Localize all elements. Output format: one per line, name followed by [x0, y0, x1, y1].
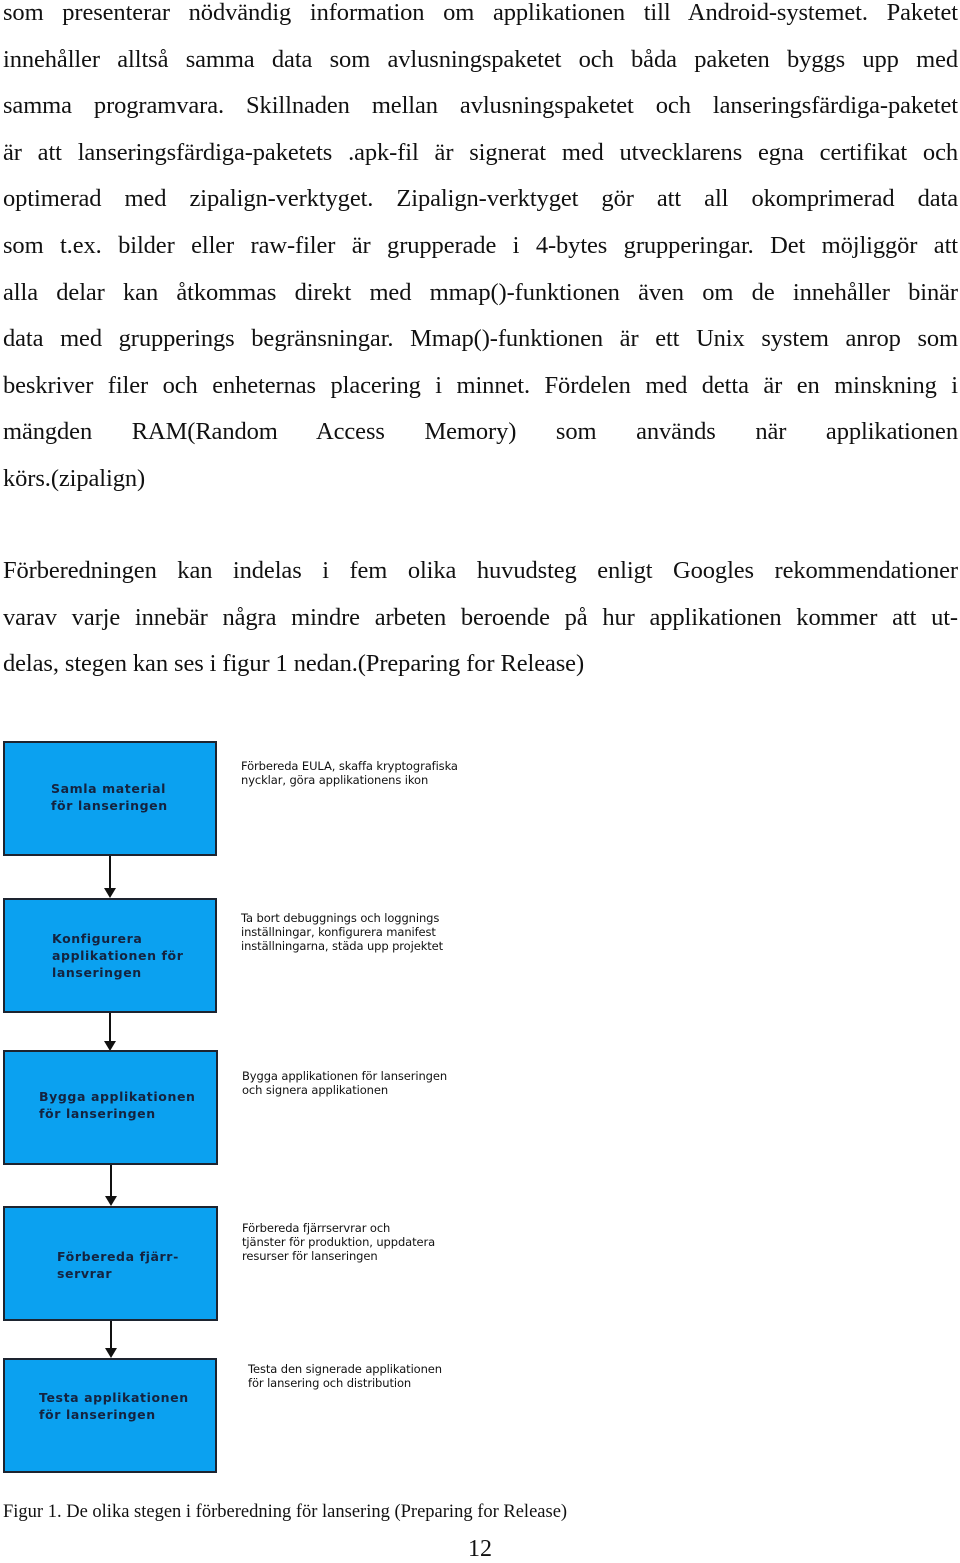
text-line: varav varje innebär några mindre arbeten… [3, 603, 958, 631]
step-description: Förbereda EULA, skaffa kryptografiska ny… [241, 759, 458, 787]
body-paragraph-zipalign: som presenterar nödvändig information om… [3, 0, 958, 503]
figure-caption: Figur 1. De olika stegen i förberedning … [3, 1502, 568, 1522]
text-line: optimerad med zipalign-verktyget. Zipali… [3, 185, 958, 213]
text-line: beskriver filer och enheternas placering… [3, 371, 958, 399]
page-number: 12 [468, 1536, 492, 1562]
text-line: samma programvara. Skillnaden mellan avl… [3, 92, 958, 120]
step-label: Testa applikationen för lanseringen [39, 1390, 189, 1422]
arrow-down-icon [105, 1196, 117, 1206]
text-line: körs.(zipalign) [3, 464, 146, 492]
text-line: data med grupperings begränsningar. Mmap… [3, 325, 958, 353]
arrow-connector [109, 1013, 111, 1043]
arrow-down-icon [105, 1348, 117, 1358]
text-line: som presenterar nödvändig information om… [3, 0, 958, 26]
step-label: Konfigurera applikationen för lanseringe… [52, 931, 184, 980]
step-label: Förbereda fjärr- servrar [57, 1249, 179, 1281]
step-description: Bygga applikationen för lanseringen och … [242, 1069, 448, 1097]
arrow-connector [110, 1321, 112, 1349]
step-label: Bygga applikationen för lanseringen [39, 1089, 196, 1121]
text-line: innehåller alltså samma data som avlusni… [3, 45, 958, 73]
arrow-connector [110, 1165, 112, 1198]
step-label: Samla material för lanseringen [51, 781, 168, 813]
text-line: mängden RAM(Random Access Memory) som an… [3, 418, 958, 446]
step-description: Förbereda fjärrservrar och tjänster för … [242, 1221, 436, 1263]
text-line: är att lanseringsfärdiga-paketets .apk-f… [3, 138, 958, 166]
step-description: Ta bort debuggnings och loggnings instäl… [241, 911, 444, 953]
text-line: delas, stegen kan ses i figur 1 nedan.(P… [3, 650, 585, 678]
step-description: Testa den signerade applikationen för la… [248, 1362, 442, 1390]
text-line: Förberedningen kan indelas i fem olika h… [3, 557, 958, 584]
arrow-down-icon [104, 888, 116, 898]
arrow-connector [109, 856, 111, 890]
body-paragraph-steps: Förberedningen kan indelas i fem olika h… [3, 548, 958, 688]
text-line: som t.ex. bilder eller raw-filer är grup… [3, 231, 958, 259]
text-line: alla delar kan åtkommas direkt med mmap(… [3, 278, 958, 306]
